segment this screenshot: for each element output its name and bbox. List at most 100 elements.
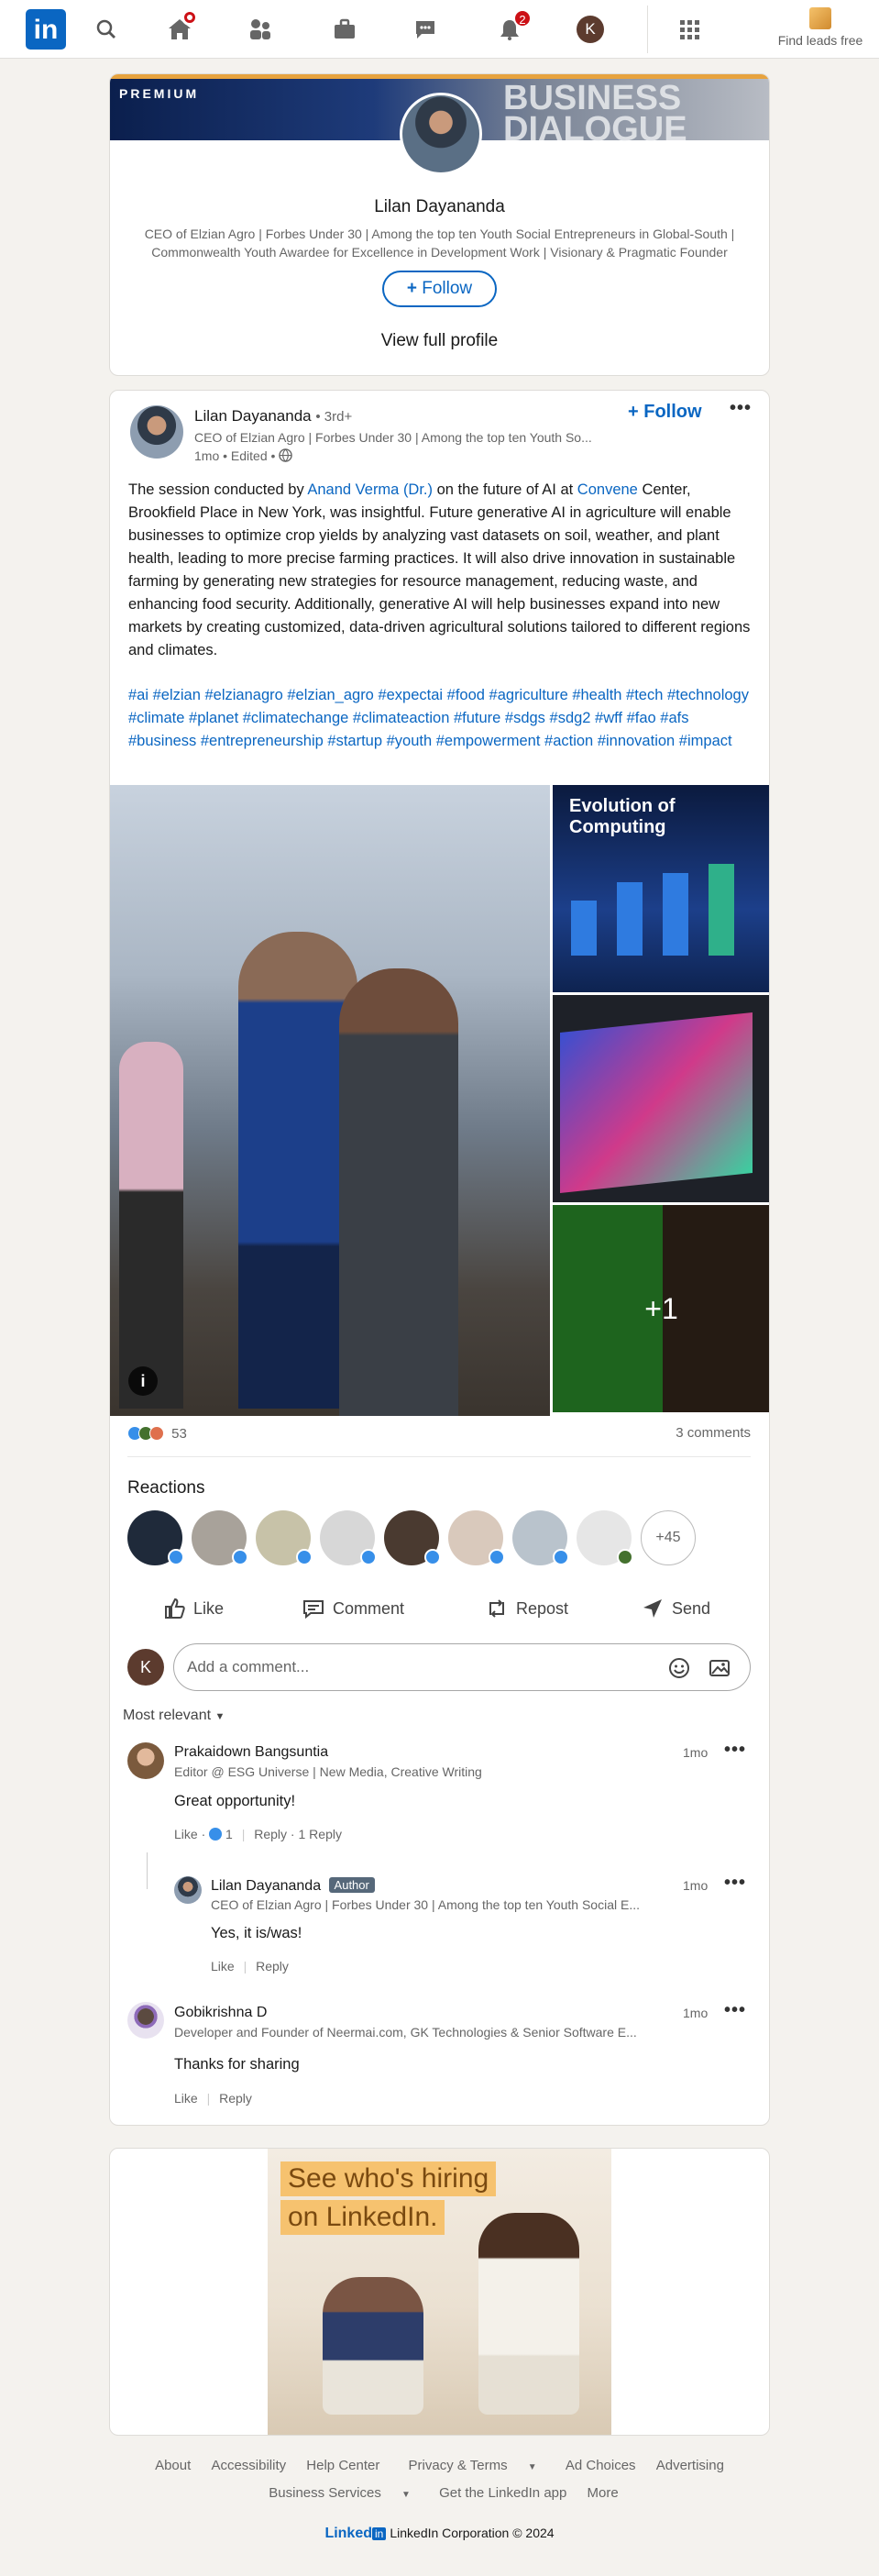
footer-ad-choices[interactable]: Ad Choices [566, 2458, 636, 2473]
comment-like-count[interactable]: 1 [225, 1827, 233, 1841]
hiring-ad-image[interactable]: See who's hiring on LinkedIn. [268, 2149, 611, 2435]
reactor-avatar[interactable] [127, 1510, 184, 1565]
post-image-main[interactable]: i [110, 785, 550, 1416]
home-icon[interactable] [163, 9, 198, 46]
reactor-avatar[interactable] [256, 1510, 313, 1565]
post-image-3[interactable] [553, 995, 769, 1202]
footer-privacy-terms[interactable]: Privacy & Terms ▼ [401, 2458, 545, 2473]
notifications-icon[interactable]: 2 [493, 9, 532, 46]
author-avatar[interactable] [130, 405, 183, 459]
comment-options-icon[interactable]: ••• [724, 1740, 746, 1761]
reactor-avatar[interactable] [320, 1510, 377, 1565]
footer-copyright: LinkedIn Corporation © 2024 [390, 2526, 555, 2540]
more-images-count[interactable]: +1 [553, 1205, 769, 1412]
comment-like-button[interactable]: Like [174, 2091, 198, 2106]
commenter-avatar[interactable] [127, 1742, 164, 1779]
comment-button[interactable]: Comment [302, 1587, 404, 1631]
reaction-icons[interactable] [127, 1426, 164, 1442]
follow-button[interactable]: + Follow [382, 271, 497, 307]
comment-replies-count[interactable]: 1 Reply [299, 1827, 342, 1841]
post-image-4[interactable]: +1 [553, 1205, 769, 1412]
jobs-icon[interactable] [328, 13, 361, 46]
author-name[interactable]: Lilan Dayananda [194, 407, 312, 425]
reactor-avatar[interactable] [384, 1510, 441, 1565]
author-name-line[interactable]: Lilan Dayananda • 3rd+ [194, 407, 352, 426]
messaging-icon[interactable] [409, 13, 442, 46]
emoji-icon[interactable] [667, 1656, 691, 1680]
my-network-icon[interactable] [244, 13, 277, 46]
comment-options-icon[interactable]: ••• [724, 2000, 746, 2021]
repost-icon [489, 1599, 504, 1618]
comment-reply-button[interactable]: Reply [219, 2091, 252, 2106]
footer-get-app[interactable]: Get the LinkedIn app [439, 2485, 566, 2501]
sort-comments-dropdown[interactable]: Most relevant ▼ [123, 1708, 225, 1724]
comment-author[interactable]: Prakaidown Bangsuntia [174, 1744, 328, 1761]
reply-reply-button[interactable]: Reply [256, 1959, 289, 1973]
footer-help-center[interactable]: Help Center [306, 2458, 379, 2473]
post-image-2[interactable]: Evolution of Computing [553, 785, 769, 992]
mention-anand-verma[interactable]: Anand Verma (Dr.) [307, 481, 433, 498]
post-more-options-icon[interactable]: ••• [730, 398, 752, 419]
slide-bar [709, 864, 734, 956]
comment-author[interactable]: Gobikrishna D [174, 2005, 267, 2021]
post-follow-button[interactable]: + Follow [628, 402, 702, 423]
footer-business-label: Business Services [269, 2485, 381, 2501]
linkedin-logo[interactable]: in [26, 9, 66, 50]
more-reactors-button[interactable]: +45 [641, 1510, 696, 1565]
caret-down-icon: ▼ [401, 2490, 411, 2500]
footer-advertising[interactable]: Advertising [656, 2458, 724, 2473]
reply-time: 1mo [683, 1878, 709, 1893]
like-badge-icon [553, 1549, 569, 1565]
ad-headline-2: on LinkedIn. [280, 2200, 445, 2235]
mention-convene[interactable]: Convene [577, 481, 638, 498]
comment-reply-button[interactable]: Reply [254, 1827, 287, 1841]
reactor-avatar[interactable] [192, 1510, 248, 1565]
post-text: The session conducted by Anand Verma (Dr… [128, 479, 752, 662]
profile-card: PREMIUM BUSINESS DIALOGUE Lilan Dayanand… [109, 73, 770, 376]
reply-author-avatar[interactable] [174, 1876, 202, 1904]
footer-more[interactable]: More [588, 2485, 619, 2501]
footer-about[interactable]: About [155, 2458, 191, 2473]
reply-thread-line [147, 1852, 148, 1889]
like-button[interactable]: Like [162, 1587, 224, 1631]
profile-name[interactable]: Lilan Dayananda [110, 197, 769, 217]
send-icon [643, 1599, 662, 1618]
find-leads-link[interactable]: Find leads free [770, 7, 871, 48]
like-badge-icon [296, 1549, 313, 1565]
reactor-avatar[interactable] [577, 1510, 633, 1565]
footer-accessibility[interactable]: Accessibility [211, 2458, 286, 2473]
comment-input[interactable]: Add a comment... [173, 1643, 751, 1691]
send-button[interactable]: Send [641, 1587, 710, 1631]
apps-grid-icon[interactable] [673, 13, 706, 46]
post-time: 1mo • Edited • [194, 448, 293, 463]
reactor-avatar[interactable] [448, 1510, 505, 1565]
home-notification-dot [181, 9, 198, 26]
comments-count[interactable]: 3 comments [676, 1425, 751, 1441]
ad-card: See who's hiring on LinkedIn. [109, 2148, 770, 2436]
divider [127, 1456, 751, 1457]
commenter-avatar: K [127, 1649, 164, 1686]
reply-author-line[interactable]: Lilan Dayananda Author [211, 1877, 375, 1895]
post-hashtags[interactable]: #ai #elzian #elzianagro #elzian_agro #ex… [128, 684, 752, 753]
reactor-avatar[interactable] [512, 1510, 569, 1565]
commenter-avatar[interactable] [127, 2002, 164, 2039]
image-icon[interactable] [708, 1656, 731, 1680]
support-badge-icon [617, 1549, 633, 1565]
reply-options-icon[interactable]: ••• [724, 1873, 746, 1894]
search-icon[interactable] [90, 13, 123, 46]
image-info-icon[interactable]: i [128, 1366, 158, 1396]
profile-avatar[interactable] [400, 93, 482, 175]
love-reaction-icon [149, 1426, 164, 1442]
view-full-profile-link[interactable]: View full profile [110, 331, 769, 351]
repost-button[interactable]: Repost [485, 1587, 568, 1631]
photo-person [339, 968, 458, 1416]
slide-bar [663, 873, 688, 956]
reaction-count[interactable]: 53 [171, 1426, 187, 1442]
ad-headline-1: See who's hiring [280, 2161, 497, 2196]
premium-label: PREMIUM [119, 86, 200, 101]
reply-like-button[interactable]: Like [211, 1959, 235, 1973]
reply-author[interactable]: Lilan Dayananda [211, 1878, 321, 1894]
me-menu[interactable]: K [574, 13, 607, 46]
footer-business-services[interactable]: Business Services ▼ [260, 2485, 419, 2501]
comment-like-button[interactable]: Like [174, 1827, 198, 1841]
